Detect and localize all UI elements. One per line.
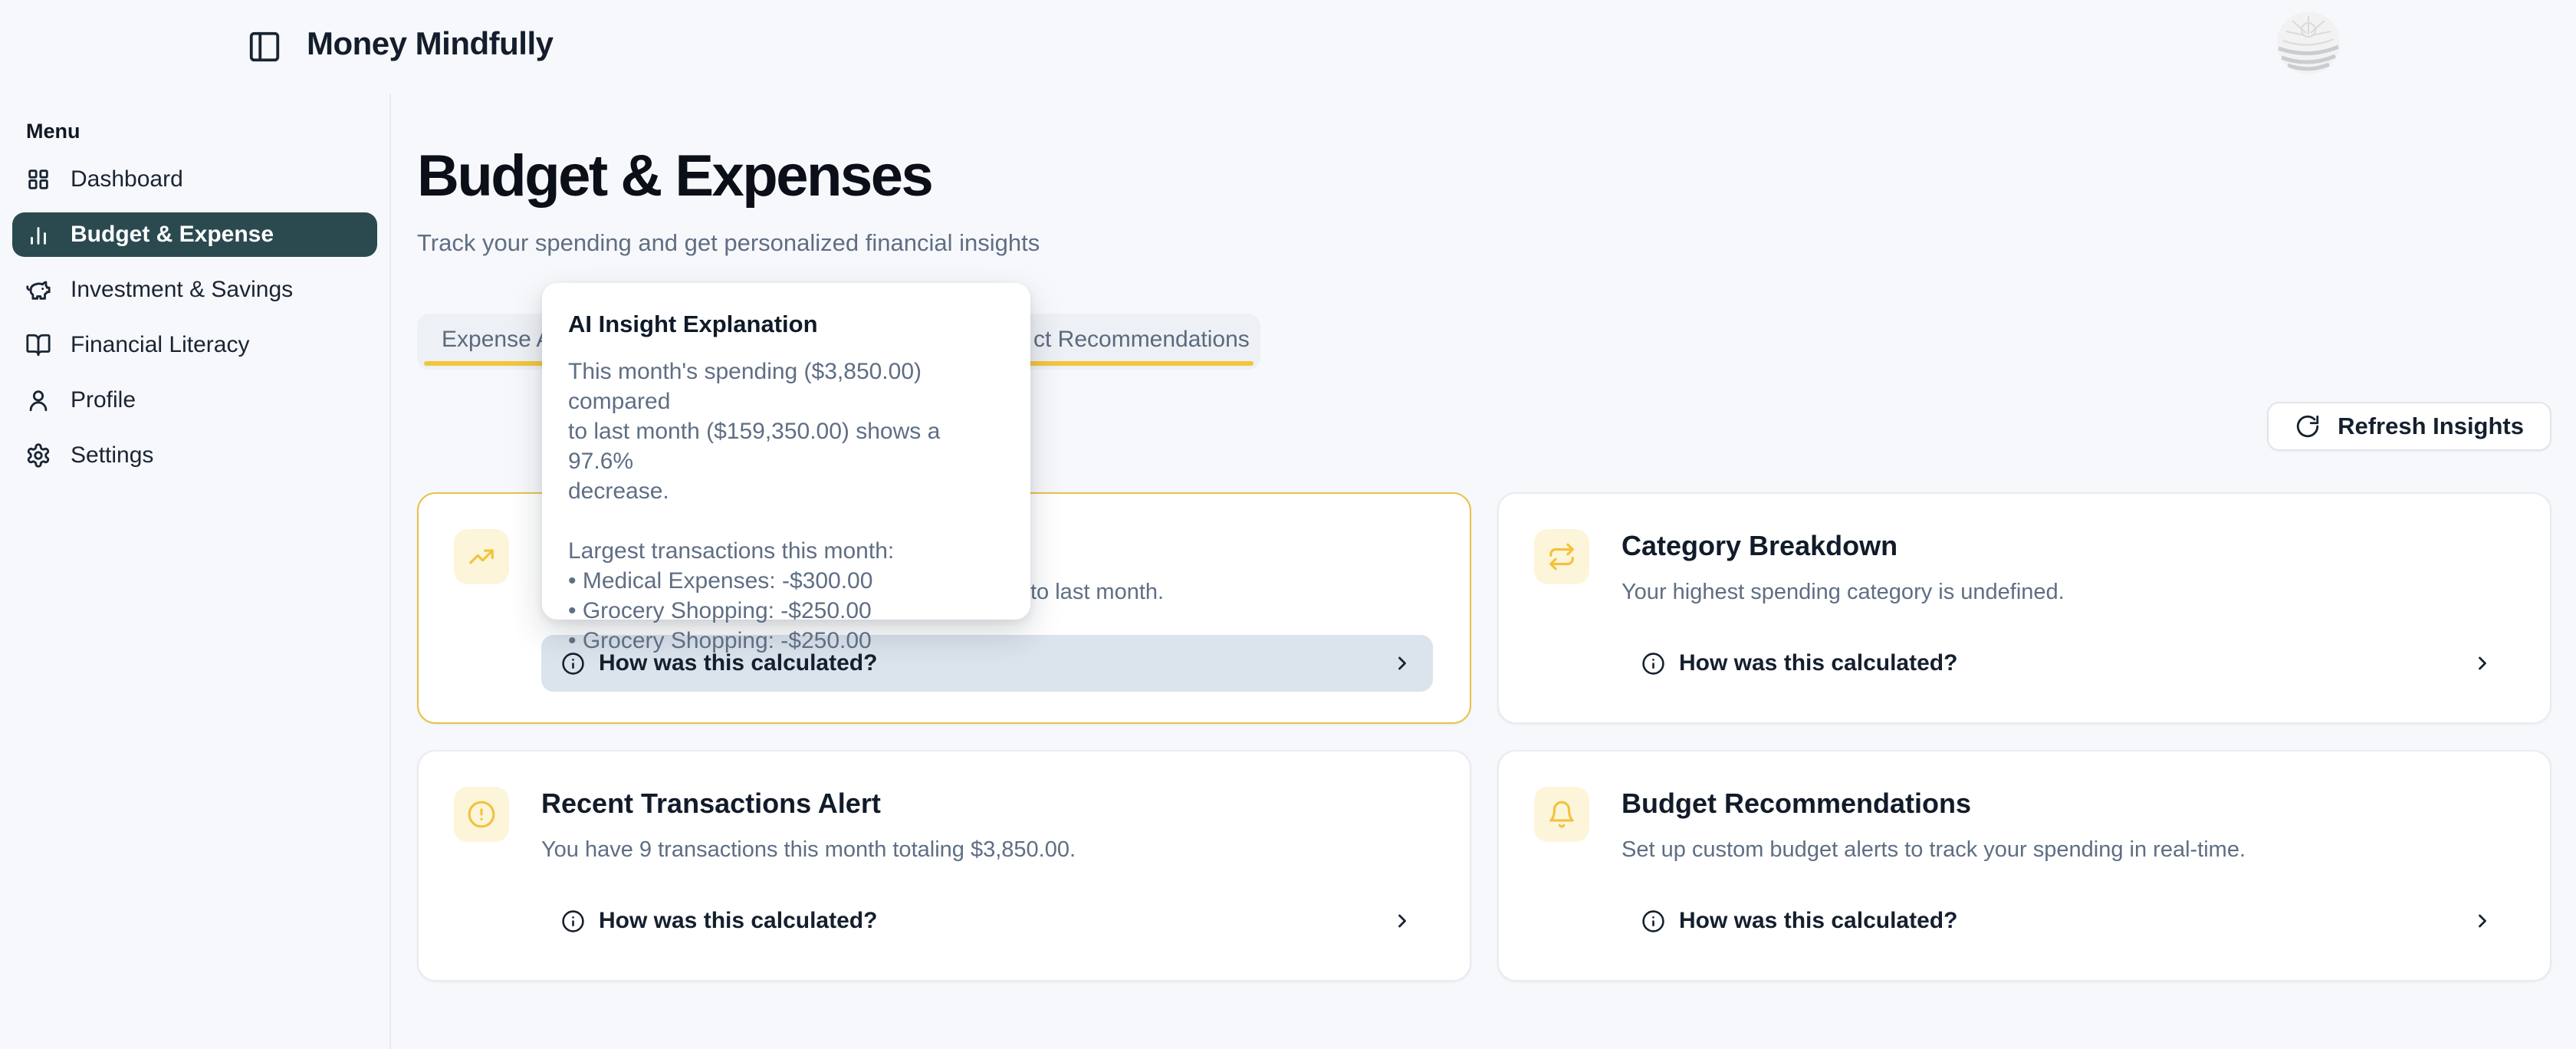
- sidebar-item-profile[interactable]: Profile: [12, 378, 377, 423]
- header: Money Mindfully: [0, 0, 2576, 94]
- repeat-icon: [1534, 529, 1589, 584]
- how-calculated-row[interactable]: How was this calculated?: [1622, 635, 2513, 692]
- tab-expense-analysis[interactable]: Expense A: [442, 314, 551, 365]
- popover-list-item: • Medical Expenses: -$300.00: [568, 566, 1004, 596]
- sidebar-item-dashboard[interactable]: Dashboard: [12, 157, 377, 202]
- bar-chart-icon: [25, 221, 52, 248]
- popover-list-item: • Grocery Shopping: -$250.00: [568, 626, 1004, 656]
- sidebar-item-financial-literacy[interactable]: Financial Literacy: [12, 323, 377, 367]
- sidebar-toggle-button[interactable]: [247, 29, 282, 64]
- page-subtitle: Track your spending and get personalized…: [417, 229, 2551, 257]
- gear-icon: [25, 442, 52, 469]
- sidebar: Menu Dashboard Budget & Expense: [0, 94, 391, 1049]
- popover-list-item: • Grocery Shopping: -$250.00: [568, 596, 1004, 626]
- how-calculated-label: How was this calculated?: [1679, 650, 1957, 676]
- card-subtitle: Your highest spending category is undefi…: [1622, 578, 2513, 606]
- sidebar-item-label: Profile: [71, 387, 136, 413]
- popover-text-line: to last month ($159,350.00) shows a 97.6…: [568, 416, 1004, 476]
- insight-card-budget-recommendations: Budget Recommendations Set up custom bud…: [1497, 750, 2551, 982]
- sidebar-item-label: Investment & Savings: [71, 277, 293, 303]
- alert-circle-icon: [454, 787, 509, 842]
- sidebar-item-label: Budget & Expense: [71, 222, 274, 248]
- chevron-right-icon: [1392, 910, 1413, 932]
- card-title: Recent Transactions Alert: [541, 787, 1433, 820]
- card-subtitle: You have 9 transactions this month total…: [541, 836, 1433, 863]
- dashboard-grid-icon: [25, 166, 52, 193]
- sidebar-item-label: Financial Literacy: [71, 332, 249, 358]
- bell-icon: [1534, 787, 1589, 842]
- chevron-right-icon: [2472, 653, 2493, 674]
- popover-title: AI Insight Explanation: [568, 311, 1004, 338]
- piggy-bank-icon: [25, 276, 52, 304]
- chevron-right-icon: [2472, 910, 2493, 932]
- popover-text-line: This month's spending ($3,850.00) compar…: [568, 357, 1004, 416]
- sidebar-item-budget-expense[interactable]: Budget & Expense: [12, 212, 377, 257]
- sidebar-item-label: Settings: [71, 442, 153, 469]
- trending-up-icon: [454, 529, 509, 584]
- how-calculated-label: How was this calculated?: [599, 908, 877, 934]
- tab-recommendations[interactable]: ct Recommendations: [1033, 314, 1250, 365]
- insight-card-category-breakdown: Category Breakdown Your highest spending…: [1497, 492, 2551, 724]
- app-window: Money Mindfully Menu: [0, 0, 2576, 1049]
- how-calculated-row[interactable]: How was this calculated?: [541, 893, 1433, 949]
- chevron-right-icon: [1392, 653, 1413, 674]
- avatar[interactable]: [2277, 12, 2340, 74]
- card-title: Category Breakdown: [1622, 529, 2513, 563]
- sidebar-section-label: Menu: [26, 120, 377, 143]
- app-title: Money Mindfully: [307, 25, 554, 62]
- page-title: Budget & Expenses: [417, 143, 2551, 209]
- how-calculated-label: How was this calculated?: [1679, 908, 1957, 934]
- book-open-icon: [25, 331, 52, 359]
- popover-list-header: Largest transactions this month:: [568, 536, 1004, 566]
- refresh-button-label: Refresh Insights: [2338, 413, 2524, 440]
- refresh-insights-button[interactable]: Refresh Insights: [2267, 402, 2551, 451]
- refresh-icon: [2295, 413, 2321, 439]
- ai-insight-popover: AI Insight Explanation This month's spen…: [542, 283, 1030, 620]
- popover-text-line: decrease.: [568, 476, 1004, 506]
- card-title: Budget Recommendations: [1622, 787, 2513, 820]
- info-icon: [1641, 909, 1665, 933]
- how-calculated-row[interactable]: How was this calculated?: [1622, 893, 2513, 949]
- info-icon: [561, 909, 585, 933]
- sidebar-item-label: Dashboard: [71, 166, 183, 192]
- insight-card-recent-transactions: Recent Transactions Alert You have 9 tra…: [417, 750, 1471, 982]
- info-icon: [1641, 652, 1665, 676]
- card-subtitle: Set up custom budget alerts to track you…: [1622, 836, 2513, 863]
- user-icon: [25, 386, 52, 414]
- sidebar-item-investment-savings[interactable]: Investment & Savings: [12, 268, 377, 312]
- panel-left-icon: [247, 29, 282, 64]
- sidebar-item-settings[interactable]: Settings: [12, 433, 377, 478]
